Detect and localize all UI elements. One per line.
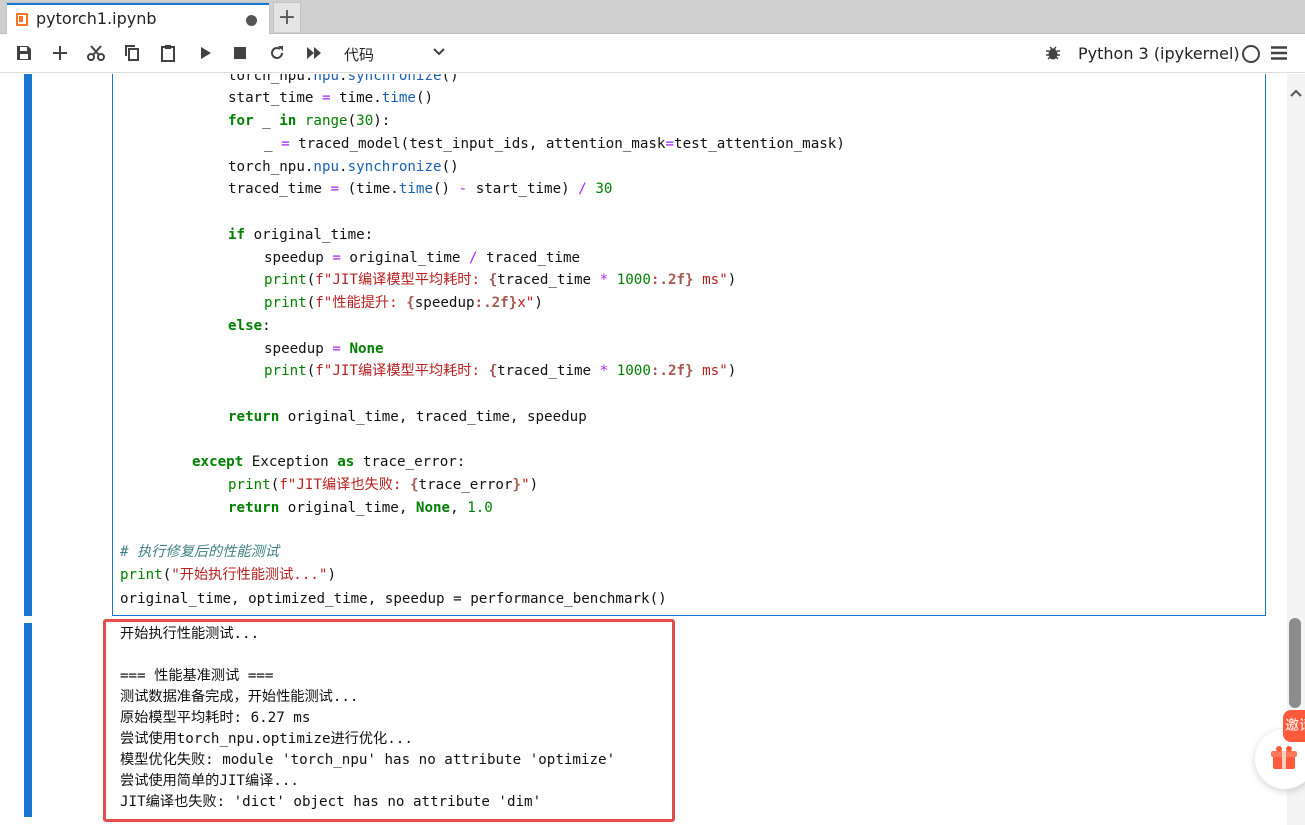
code-line: return original_time, traced_time, speed… [228, 409, 587, 425]
code-line: print(f"JIT编译模型平均耗时: {traced_time * 1000… [264, 363, 737, 379]
code-line: for _ in range(30): [228, 113, 391, 129]
scrollbar-thumb[interactable] [1289, 618, 1301, 708]
code-comment: # 执行修复后的性能测试 [120, 544, 279, 560]
code-line: traced_time = (time.time() - start_time)… [228, 181, 613, 197]
code-line: print(f"JIT编译也失败: {trace_error}") [228, 477, 539, 493]
output-line: 原始模型平均耗时: 6.27 ms [120, 710, 311, 726]
code-line: torch_npu.npu.synchronize() [228, 74, 459, 84]
kernel-name[interactable]: Python 3 (ipykernel) [1078, 44, 1240, 63]
fast-forward-icon[interactable] [303, 42, 325, 64]
code-line: print("开始执行性能测试...") [120, 567, 337, 583]
scroll-up-arrow-icon[interactable] [1290, 82, 1302, 101]
output-line: 尝试使用简单的JIT编译... [120, 773, 299, 789]
output-line: 测试数据准备完成，开始性能测试... [120, 689, 359, 705]
new-tab-button[interactable]: + [273, 2, 301, 32]
run-icon[interactable] [194, 42, 216, 64]
output-line: 模型优化失败: module 'torch_npu' has no attrib… [120, 752, 616, 768]
output-line: JIT编译也失败: 'dict' object has no attribute… [120, 794, 542, 810]
code-line: torch_npu.npu.synchronize() [228, 159, 459, 175]
code-line: start_time = time.time() [228, 90, 434, 106]
unsaved-indicator-icon[interactable] [246, 15, 257, 26]
output-line: === 性能基准测试 === [120, 668, 274, 684]
code-line: return original_time, None, 1.0 [228, 500, 493, 516]
tab-active-indicator [7, 3, 269, 5]
code-line: speedup = None [264, 341, 384, 357]
tab-notebook[interactable]: pytorch1.ipynb [6, 2, 270, 34]
cell-type-select[interactable]: 代码 [344, 44, 374, 65]
output-collapser[interactable] [24, 623, 32, 817]
code-line: _ = traced_model(test_input_ids, attenti… [264, 136, 845, 152]
code-line: speedup = original_time / traced_time [264, 250, 581, 266]
output-line: 开始执行性能测试... [120, 626, 260, 642]
gift-icon [1270, 745, 1298, 775]
code-line: except Exception as trace_error: [192, 454, 466, 470]
tab-bar: pytorch1.ipynb + [0, 0, 1305, 34]
copy-icon[interactable] [121, 42, 143, 64]
debugger-bug-icon[interactable] [1042, 42, 1064, 64]
notebook-icon [16, 13, 28, 26]
invite-badge[interactable]: 邀请 [1283, 710, 1305, 742]
cut-icon[interactable] [85, 42, 107, 64]
menu-icon[interactable] [1268, 42, 1290, 64]
tab-title: pytorch1.ipynb [36, 9, 157, 28]
input-collapser[interactable] [24, 74, 32, 616]
code-line: print(f"性能提升: {speedup:.2f}x") [264, 295, 543, 311]
restart-icon[interactable] [266, 42, 288, 64]
paste-icon[interactable] [157, 42, 179, 64]
kernel-status-icon [1242, 45, 1260, 63]
code-cell-source: torch_npu.npu.synchronize() start_time =… [120, 74, 845, 607]
stop-icon[interactable] [229, 42, 251, 64]
code-line: else: [228, 318, 271, 334]
notebook-panel: torch_npu.npu.synchronize() start_time =… [0, 74, 1305, 825]
chevron-down-icon[interactable] [432, 42, 446, 61]
add-cell-icon[interactable] [49, 42, 71, 64]
code-line: if original_time: [228, 227, 374, 243]
notebook-toolbar: 代码 Python 3 (ipykernel) [0, 34, 1305, 73]
save-icon[interactable] [13, 42, 35, 64]
code-line: print(f"JIT编译模型平均耗时: {traced_time * 1000… [264, 272, 737, 288]
code-line: original_time, optimized_time, speedup =… [120, 591, 667, 607]
output-line: 尝试使用torch_npu.optimize进行优化... [120, 731, 413, 747]
